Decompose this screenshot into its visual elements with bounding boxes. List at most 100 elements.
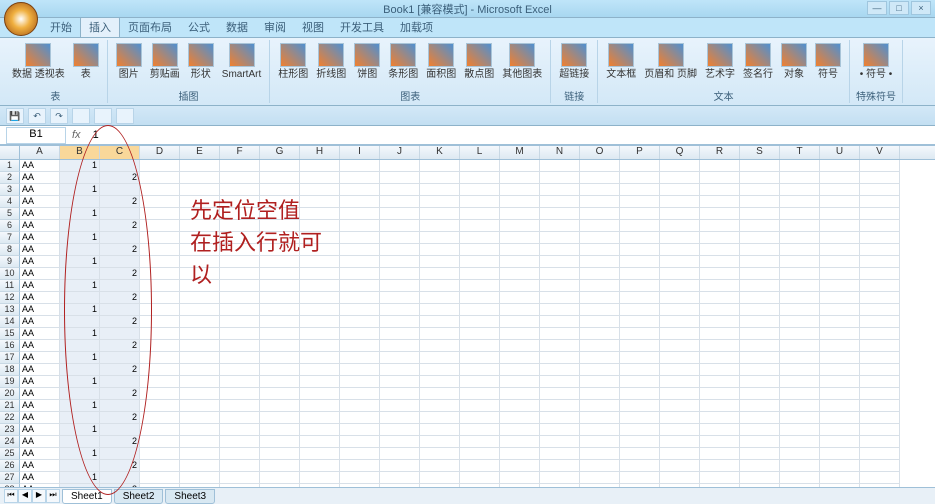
cell[interactable]: AA: [20, 352, 60, 364]
cell[interactable]: [540, 352, 580, 364]
cell[interactable]: [540, 340, 580, 352]
cell[interactable]: [380, 400, 420, 412]
cell[interactable]: [620, 328, 660, 340]
qat-undo-icon[interactable]: ↶: [28, 108, 46, 124]
cell[interactable]: [220, 172, 260, 184]
cell[interactable]: [820, 460, 860, 472]
cell[interactable]: [540, 280, 580, 292]
cell[interactable]: [580, 268, 620, 280]
cell[interactable]: [660, 232, 700, 244]
cell[interactable]: [860, 304, 900, 316]
cell[interactable]: [580, 256, 620, 268]
cell[interactable]: [340, 196, 380, 208]
cell[interactable]: 1: [60, 472, 100, 484]
cell[interactable]: [700, 388, 740, 400]
cell[interactable]: [340, 472, 380, 484]
cell[interactable]: [60, 484, 100, 487]
cell[interactable]: [340, 388, 380, 400]
cell[interactable]: [140, 280, 180, 292]
cell[interactable]: [420, 460, 460, 472]
column-header[interactable]: F: [220, 146, 260, 159]
cell[interactable]: [220, 184, 260, 196]
cell[interactable]: [860, 376, 900, 388]
cell[interactable]: [140, 304, 180, 316]
cell[interactable]: [180, 412, 220, 424]
cell[interactable]: [860, 352, 900, 364]
cell[interactable]: [460, 160, 500, 172]
cell[interactable]: [420, 352, 460, 364]
cell[interactable]: [500, 376, 540, 388]
cell[interactable]: [580, 472, 620, 484]
cell[interactable]: [180, 352, 220, 364]
row-header[interactable]: 11: [0, 280, 20, 292]
cell[interactable]: [740, 304, 780, 316]
cell[interactable]: [60, 340, 100, 352]
cell[interactable]: [660, 316, 700, 328]
cell[interactable]: [740, 316, 780, 328]
cell[interactable]: 1: [60, 352, 100, 364]
cell[interactable]: [740, 364, 780, 376]
cell[interactable]: [60, 460, 100, 472]
cell[interactable]: [300, 208, 340, 220]
cell[interactable]: [260, 400, 300, 412]
cell[interactable]: AA: [20, 328, 60, 340]
column-header[interactable]: Q: [660, 146, 700, 159]
cell[interactable]: [260, 352, 300, 364]
cell[interactable]: [620, 232, 660, 244]
cell[interactable]: [340, 352, 380, 364]
column-header[interactable]: E: [180, 146, 220, 159]
cell[interactable]: [580, 400, 620, 412]
cell[interactable]: [140, 172, 180, 184]
cell[interactable]: [420, 304, 460, 316]
cell[interactable]: 2: [100, 340, 140, 352]
cell[interactable]: [780, 196, 820, 208]
cell[interactable]: [460, 328, 500, 340]
cell[interactable]: [620, 244, 660, 256]
cell[interactable]: [340, 376, 380, 388]
cell[interactable]: [220, 304, 260, 316]
cell[interactable]: [700, 292, 740, 304]
cell[interactable]: [660, 460, 700, 472]
cell[interactable]: [380, 304, 420, 316]
minimize-button[interactable]: —: [867, 1, 887, 15]
cell[interactable]: [380, 172, 420, 184]
cell[interactable]: [460, 340, 500, 352]
cell[interactable]: [860, 280, 900, 292]
cell[interactable]: [620, 268, 660, 280]
maximize-button[interactable]: □: [889, 1, 909, 15]
ribbon-item[interactable]: 图片: [114, 42, 144, 81]
cell[interactable]: [260, 292, 300, 304]
cell[interactable]: [860, 460, 900, 472]
cell[interactable]: [100, 352, 140, 364]
cell[interactable]: [300, 352, 340, 364]
cell[interactable]: [580, 316, 620, 328]
cell[interactable]: [580, 328, 620, 340]
cell[interactable]: [620, 448, 660, 460]
qat-save-icon[interactable]: 💾: [6, 108, 24, 124]
cell[interactable]: 2: [100, 268, 140, 280]
cell[interactable]: [300, 472, 340, 484]
cell[interactable]: [500, 448, 540, 460]
cell[interactable]: AA: [20, 460, 60, 472]
cell[interactable]: [620, 220, 660, 232]
cell[interactable]: [260, 484, 300, 487]
cell[interactable]: [380, 184, 420, 196]
cell[interactable]: [500, 400, 540, 412]
row-header[interactable]: 1: [0, 160, 20, 172]
cell[interactable]: [500, 208, 540, 220]
cell[interactable]: [460, 472, 500, 484]
cell[interactable]: [300, 460, 340, 472]
cell[interactable]: [140, 400, 180, 412]
cell[interactable]: [340, 244, 380, 256]
cell[interactable]: 1: [60, 232, 100, 244]
cell[interactable]: 1: [60, 400, 100, 412]
row-header[interactable]: 9: [0, 256, 20, 268]
cell[interactable]: AA: [20, 376, 60, 388]
cell[interactable]: [700, 196, 740, 208]
cell[interactable]: [580, 340, 620, 352]
cell[interactable]: [700, 244, 740, 256]
cell[interactable]: [140, 364, 180, 376]
cell[interactable]: [340, 436, 380, 448]
cell[interactable]: [60, 172, 100, 184]
column-header[interactable]: M: [500, 146, 540, 159]
